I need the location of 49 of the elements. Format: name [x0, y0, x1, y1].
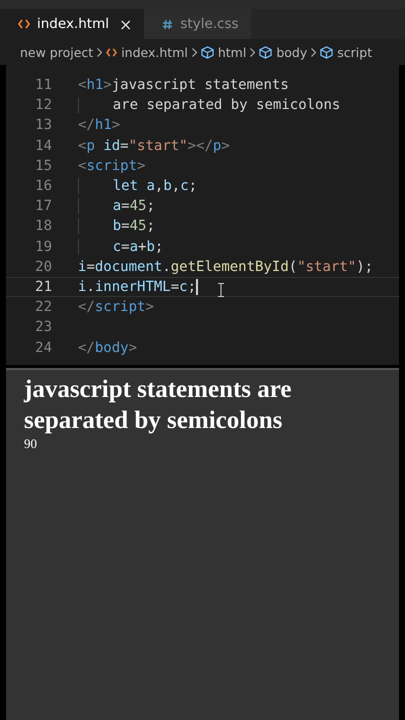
preview-heading: javascript statements are separated by semicolons	[24, 375, 293, 436]
chevron-icon	[192, 48, 197, 56]
code-line: let a,b,c;	[78, 178, 198, 194]
close-icon[interactable]: ×	[118, 14, 132, 34]
line-number: 16	[34, 178, 52, 194]
text-cursor	[196, 278, 198, 295]
code-line: <p id="start"></p>	[78, 138, 230, 154]
breadcrumb-item[interactable]: html	[218, 44, 246, 60]
line-number: 19	[34, 238, 52, 255]
breadcrumb-item[interactable]: script	[337, 44, 372, 60]
code-line: are separated by semicolons	[78, 97, 340, 114]
editor-tab[interactable]: index.html ×	[0, 9, 144, 39]
line-number: 20	[34, 258, 52, 275]
code-line: <script>	[78, 158, 146, 174]
code-line: </h1>	[78, 117, 120, 134]
chevron-icon	[311, 48, 316, 56]
code-line: i.innerHTML=c;	[78, 278, 196, 295]
line-number: 21	[34, 278, 52, 295]
cube-icon	[200, 46, 214, 58]
preview-output: 90	[24, 436, 38, 452]
line-number: 17	[34, 198, 52, 214]
breadcrumb-item[interactable]: new project	[20, 44, 94, 60]
code-line: <h1>javascript statements	[78, 77, 289, 94]
chevron-icon	[97, 48, 102, 56]
code-line: b=45;	[78, 218, 155, 234]
breadcrumb-item[interactable]: body	[276, 44, 308, 60]
hash-icon	[162, 18, 174, 30]
code-line: i=document.getElementById("start");	[78, 258, 374, 275]
code-brackets-icon	[18, 19, 30, 29]
cube-icon	[259, 46, 272, 58]
line-number: 23	[34, 319, 52, 336]
line-number: 24	[34, 340, 52, 356]
i-beam-cursor-icon	[218, 282, 224, 297]
code-line: c=a+b;	[78, 238, 164, 255]
breadcrumb-item[interactable]: index.html	[121, 44, 188, 60]
code-brackets-icon	[106, 48, 118, 56]
code-line: </body>	[78, 340, 138, 356]
line-number: 11	[34, 77, 52, 94]
line-number: 14	[34, 138, 52, 154]
line-number: 12	[34, 97, 52, 114]
line-number: 22	[34, 299, 52, 316]
code-line: </script>	[78, 299, 154, 316]
code-line: a=45;	[78, 198, 155, 214]
editor-tab[interactable]: style.css	[144, 9, 251, 39]
line-number: 18	[34, 218, 52, 234]
line-number: 13	[34, 117, 52, 134]
line-number: 15	[34, 158, 52, 174]
chevron-icon	[250, 48, 256, 56]
cube-icon	[320, 46, 334, 58]
